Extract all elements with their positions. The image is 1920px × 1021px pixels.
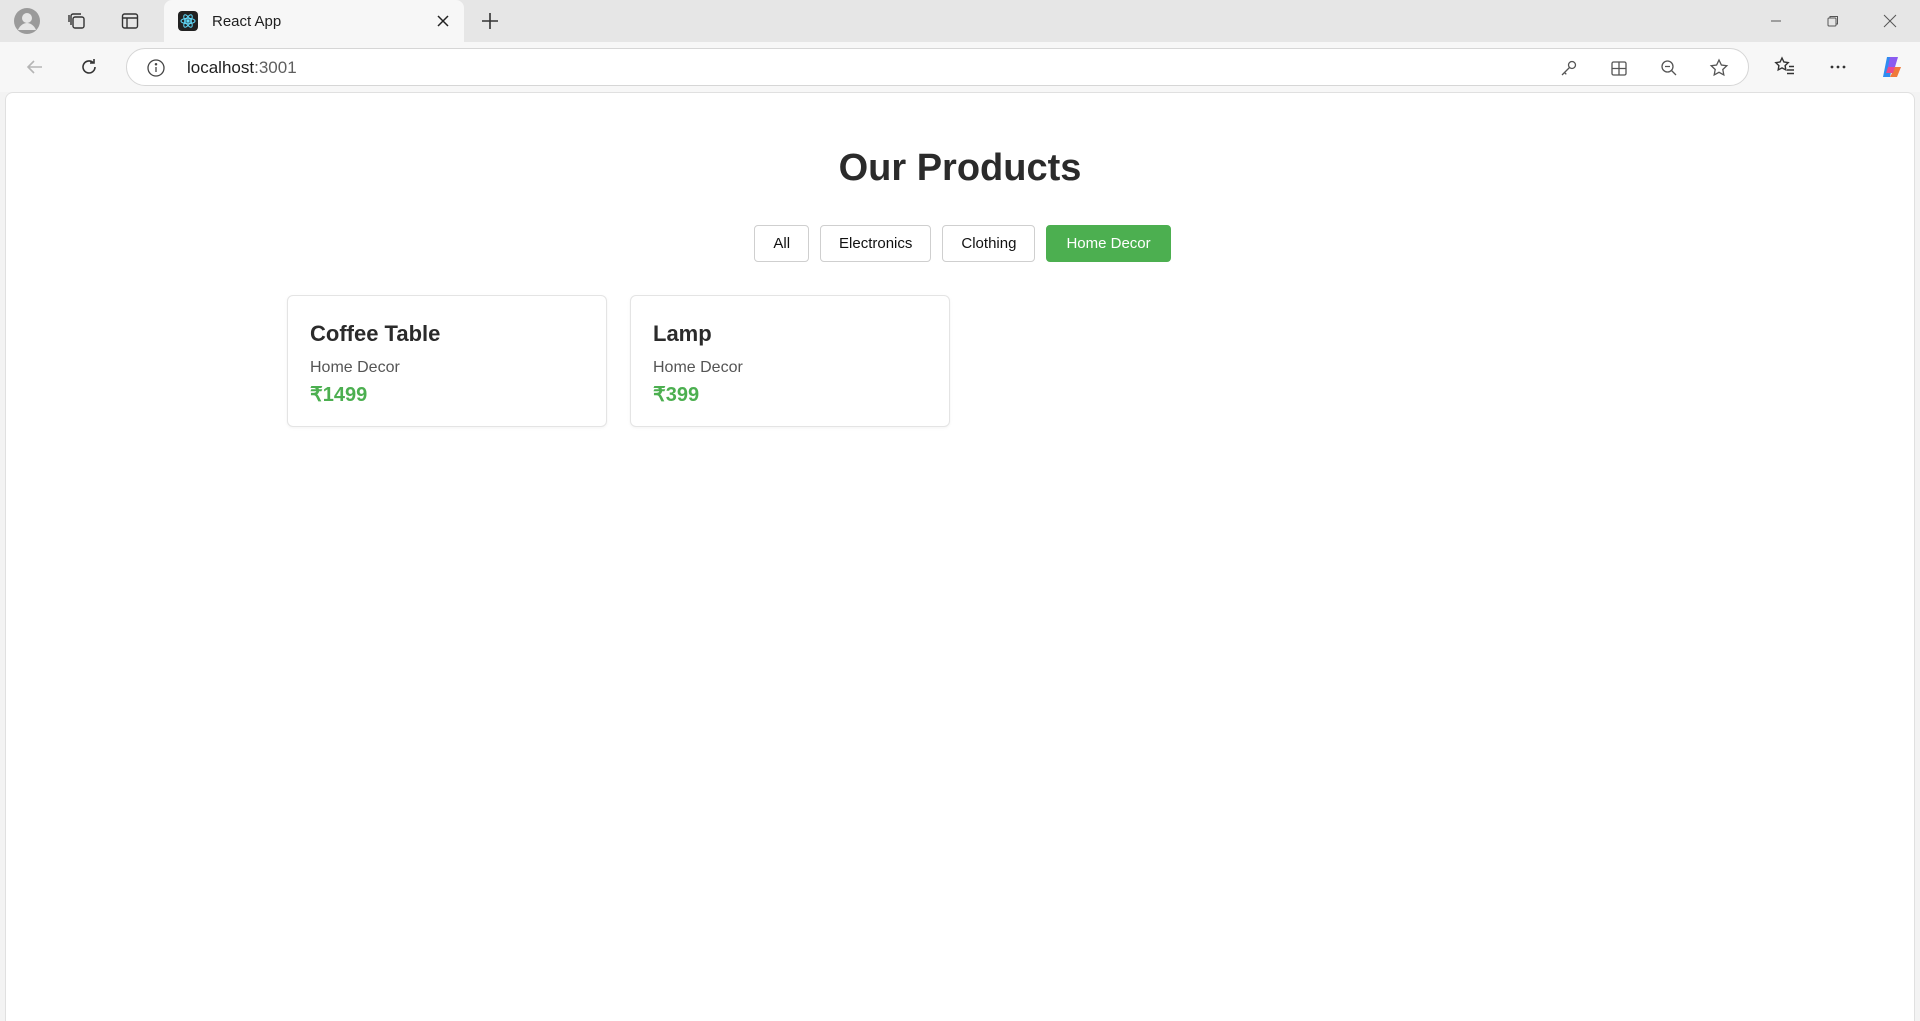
profile-avatar-icon[interactable]	[11, 6, 43, 36]
tab-title: React App	[212, 12, 282, 30]
filter-electronics-button[interactable]: Electronics	[820, 225, 932, 262]
product-category: Home Decor	[310, 359, 400, 376]
new-tab-icon[interactable]	[474, 6, 506, 36]
minimize-icon[interactable]	[1748, 0, 1804, 42]
site-info-icon[interactable]	[145, 57, 167, 79]
filter-all-button[interactable]: All	[754, 225, 810, 262]
zoom-out-icon[interactable]	[1655, 55, 1683, 81]
address-bar[interactable]: localhost:3001	[126, 48, 1749, 86]
filter-home-decor-button[interactable]: Home Decor	[1046, 225, 1171, 262]
more-options-icon[interactable]	[1820, 49, 1856, 85]
product-category: Home Decor	[653, 359, 743, 376]
product-price: ₹1499	[310, 384, 368, 406]
product-price: ₹399	[653, 384, 700, 406]
app-available-icon[interactable]	[1605, 55, 1633, 81]
filter-clothing-button[interactable]: Clothing	[942, 225, 1036, 262]
browser-toolbar: localhost:3001	[0, 42, 1920, 92]
tab-actions-icon[interactable]	[114, 6, 146, 36]
refresh-icon[interactable]	[71, 49, 107, 85]
url-text[interactable]: localhost:3001	[187, 58, 297, 78]
product-grid: Coffee Table Home Decor ₹1499 Lamp Home …	[287, 295, 950, 427]
page-viewport: Our Products All Electronics Clothing Ho…	[5, 92, 1915, 1021]
close-window-icon[interactable]	[1862, 0, 1918, 42]
url-port: :3001	[254, 58, 297, 77]
product-card: Lamp Home Decor ₹399	[630, 295, 950, 427]
url-host: localhost	[187, 58, 255, 77]
back-arrow-icon[interactable]	[17, 49, 53, 85]
product-name: Lamp	[653, 321, 712, 346]
key-icon[interactable]	[1555, 55, 1583, 81]
react-logo-icon	[178, 11, 198, 31]
close-tab-icon[interactable]	[430, 9, 456, 33]
favorites-list-icon[interactable]	[1767, 49, 1803, 85]
copilot-icon[interactable]	[1874, 49, 1910, 85]
page-title: Our Products	[838, 147, 1082, 189]
browser-title-bar: React App	[0, 0, 1920, 42]
favorite-star-icon[interactable]	[1705, 55, 1733, 81]
workspaces-icon[interactable]	[61, 6, 93, 36]
product-name: Coffee Table	[310, 321, 441, 346]
product-card: Coffee Table Home Decor ₹1499	[287, 295, 607, 427]
category-filters: All Electronics Clothing Home Decor	[6, 225, 1914, 262]
restore-icon[interactable]	[1805, 0, 1861, 42]
tab-react-app[interactable]: React App	[164, 0, 464, 42]
